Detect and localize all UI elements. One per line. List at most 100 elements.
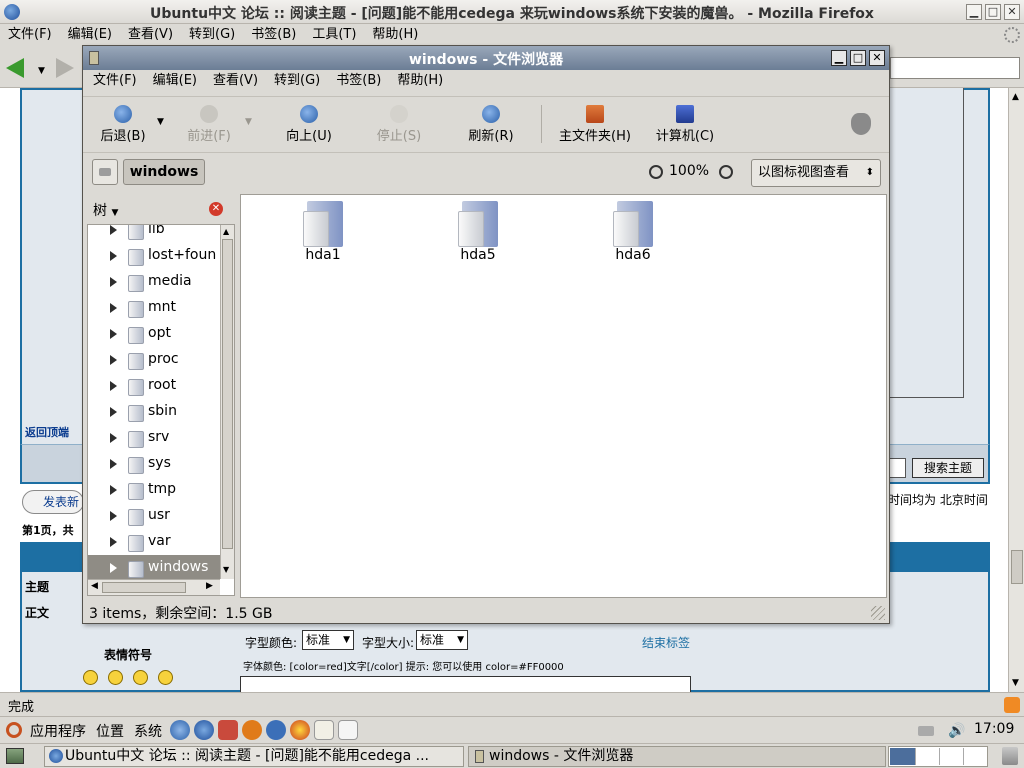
scroll-thumb[interactable]: [1011, 550, 1023, 584]
menu-bookmarks[interactable]: 书签(B): [243, 24, 304, 46]
path-button-windows[interactable]: windows: [123, 159, 205, 185]
trash-icon[interactable]: [1002, 747, 1018, 765]
notes-launcher-icon[interactable]: [338, 720, 358, 740]
font-color-select[interactable]: 标准 ▼: [302, 630, 354, 650]
item-label-hda5[interactable]: hda5: [438, 247, 518, 263]
tree-item-srv[interactable]: srv: [88, 425, 220, 451]
close-sidebar-icon[interactable]: ✕: [209, 202, 223, 216]
url-field[interactable]: [890, 57, 1020, 79]
skype-launcher-icon[interactable]: [242, 720, 262, 740]
workspace-4[interactable]: [963, 748, 987, 765]
scroll-left-icon[interactable]: ◀: [91, 581, 98, 591]
tree-item-mnt[interactable]: mnt: [88, 295, 220, 321]
folder-icon[interactable]: [609, 199, 657, 247]
menu-help[interactable]: 帮助(H): [364, 24, 426, 46]
minimize-button[interactable]: ▁: [966, 4, 982, 20]
menu-file[interactable]: 文件(F): [0, 24, 60, 46]
home-button[interactable]: 主文件夹(H): [551, 105, 639, 144]
computer-button[interactable]: 计算机(C): [649, 105, 721, 144]
expand-icon[interactable]: [110, 277, 117, 287]
hscroll-thumb[interactable]: [102, 582, 186, 593]
applications-menu[interactable]: 应用程序: [30, 721, 86, 741]
menu-help[interactable]: 帮助(H): [389, 70, 451, 92]
back-dropdown-icon[interactable]: ▼: [38, 66, 45, 76]
sidebar-mode-select[interactable]: 树 ▼: [93, 200, 118, 220]
new-post-button[interactable]: 发表新: [22, 490, 84, 514]
workspace-3[interactable]: [939, 748, 963, 765]
view-mode-select[interactable]: 以图标视图查看 ⬍: [751, 159, 881, 187]
menu-edit[interactable]: 编辑(E): [145, 70, 205, 92]
show-desktop-icon[interactable]: [6, 748, 24, 764]
maximize-button[interactable]: □: [850, 50, 866, 66]
minimize-button[interactable]: ▁: [831, 50, 847, 66]
expand-icon[interactable]: [110, 225, 117, 235]
sidebar-hscrollbar[interactable]: ◀ ▶: [88, 579, 220, 595]
expand-icon[interactable]: [110, 329, 117, 339]
expand-icon[interactable]: [110, 303, 117, 313]
forward-button[interactable]: 前进(F): [177, 105, 241, 144]
emoticon-surprised-icon[interactable]: [158, 670, 173, 685]
close-tags-link[interactable]: 结束标签: [642, 634, 690, 651]
zoom-in-icon[interactable]: [719, 165, 733, 179]
expand-icon[interactable]: [110, 511, 117, 521]
menu-bookmarks[interactable]: 书签(B): [328, 70, 389, 92]
forward-arrow-icon[interactable]: [56, 58, 74, 78]
expand-icon[interactable]: [110, 355, 117, 365]
tree-item-opt[interactable]: opt: [88, 321, 220, 347]
expand-icon[interactable]: [110, 563, 117, 573]
back-history-dropdown-icon[interactable]: ▼: [157, 117, 164, 127]
firefox-vertical-scrollbar[interactable]: ▲ ▼: [1008, 88, 1024, 692]
menu-tools[interactable]: 工具(T): [304, 24, 364, 46]
expand-icon[interactable]: [110, 407, 117, 417]
emoticon-smile-icon[interactable]: [83, 670, 98, 685]
menu-view[interactable]: 查看(V): [205, 70, 266, 92]
menu-edit[interactable]: 编辑(E): [60, 24, 120, 46]
search-topic-button[interactable]: 搜索主题: [912, 458, 984, 478]
back-arrow-icon[interactable]: [6, 58, 24, 78]
expand-icon[interactable]: [110, 459, 117, 469]
tree-item-media[interactable]: media: [88, 269, 220, 295]
tree-item-sys[interactable]: sys: [88, 451, 220, 477]
menu-file[interactable]: 文件(F): [83, 70, 145, 92]
expand-icon[interactable]: [110, 433, 117, 443]
item-label-hda6[interactable]: hda6: [593, 247, 673, 263]
stop-button[interactable]: 停止(S): [367, 105, 431, 144]
font-size-select[interactable]: 标准 ▼: [416, 630, 468, 650]
zoom-out-icon[interactable]: [649, 165, 663, 179]
text-editor-launcher-icon[interactable]: [314, 720, 334, 740]
emoticon-sad-icon[interactable]: [133, 670, 148, 685]
maximize-button[interactable]: □: [985, 4, 1001, 20]
scroll-up-icon[interactable]: ▲: [1012, 92, 1019, 102]
back-to-top-link[interactable]: 返回顶端: [25, 424, 69, 440]
menu-go[interactable]: 转到(G): [266, 70, 328, 92]
resize-grip-icon[interactable]: [871, 606, 885, 620]
places-menu[interactable]: 位置: [96, 721, 124, 741]
scroll-thumb[interactable]: [222, 239, 233, 549]
search-input[interactable]: [888, 458, 906, 478]
tree-item-lost-found[interactable]: lost+foun: [88, 243, 220, 269]
taskbar-item-firefox[interactable]: Ubuntu中文 论坛 :: 阅读主题 - [问题]能不能用cedega ...: [44, 746, 464, 767]
tree-item-lib[interactable]: lib: [88, 225, 220, 243]
tree-item-var[interactable]: var: [88, 529, 220, 555]
toggle-location-entry-button[interactable]: [92, 159, 118, 185]
firefox-launcher-icon[interactable]: [194, 720, 214, 740]
volume-icon[interactable]: 🔊: [948, 723, 965, 739]
tree-item-usr[interactable]: usr: [88, 503, 220, 529]
forward-history-dropdown-icon[interactable]: ▼: [245, 117, 252, 127]
sidebar-vscrollbar[interactable]: ▲ ▼: [220, 225, 234, 579]
rss-icon[interactable]: [1004, 697, 1020, 713]
close-button[interactable]: ✕: [869, 50, 885, 66]
menu-view[interactable]: 查看(V): [120, 24, 181, 46]
system-menu[interactable]: 系统: [134, 721, 162, 741]
up-button[interactable]: 向上(U): [277, 105, 341, 144]
close-button[interactable]: ✕: [1004, 4, 1020, 20]
workspace-1[interactable]: [890, 748, 915, 765]
tree-item-windows[interactable]: windows: [88, 555, 220, 581]
expand-icon[interactable]: [110, 485, 117, 495]
menu-go[interactable]: 转到(G): [181, 24, 243, 46]
tree-item-tmp[interactable]: tmp: [88, 477, 220, 503]
tree-item-root[interactable]: root: [88, 373, 220, 399]
taskbar-item-file-browser[interactable]: windows - 文件浏览器: [468, 746, 886, 767]
scroll-down-icon[interactable]: ▼: [1012, 678, 1019, 688]
expand-icon[interactable]: [110, 537, 117, 547]
